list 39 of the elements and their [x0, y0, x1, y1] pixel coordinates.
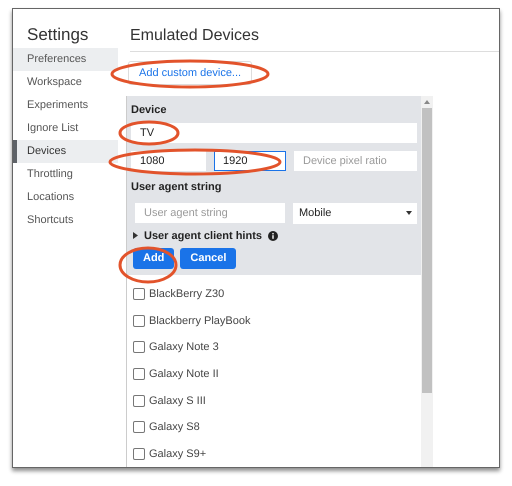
sidebar-item[interactable]: Devices — [13, 140, 118, 163]
caret-icon — [406, 211, 412, 216]
sidebar-item[interactable]: Preferences — [13, 48, 118, 71]
device-label: Galaxy Note II — [149, 368, 219, 380]
checkbox[interactable] — [133, 314, 145, 327]
sidebar-title: Settings — [26, 24, 90, 46]
highlight-ellipse — [118, 246, 178, 284]
checkbox[interactable] — [133, 368, 145, 380]
highlight-ellipse — [118, 120, 180, 146]
sidebar-item[interactable]: Ignore List — [13, 117, 118, 140]
checkbox[interactable] — [133, 421, 145, 434]
device-label: Galaxy S9+ — [149, 448, 206, 460]
sidebar-item[interactable]: Workspace — [13, 71, 118, 94]
device-label: Blackberry PlayBook — [149, 314, 250, 327]
device-label: Galaxy Note 3 — [149, 341, 219, 354]
checkbox[interactable] — [133, 288, 145, 300]
sidebar-item[interactable]: Shortcuts — [13, 209, 118, 232]
input-field[interactable]: TV — [131, 122, 417, 143]
checkbox[interactable] — [133, 341, 145, 354]
scroll-up-icon[interactable] — [424, 100, 430, 104]
device-label: Galaxy S8 — [149, 421, 200, 434]
checkbox[interactable] — [133, 394, 145, 407]
checkbox[interactable] — [133, 448, 145, 460]
scrollbar[interactable] — [421, 96, 433, 467]
sidebar-item[interactable]: Locations — [13, 186, 118, 209]
field-label: Device — [131, 104, 168, 118]
input-field[interactable]: Device pixel ratio — [294, 150, 417, 171]
section-label: User agent client hints — [144, 230, 262, 242]
page-title: Emulated Devices — [130, 9, 499, 52]
sidebar-item[interactable]: Throttling — [13, 163, 118, 186]
dialog-button[interactable]: Cancel — [180, 248, 236, 269]
device-label: Galaxy S III — [149, 394, 206, 407]
dropdown[interactable]: Mobile — [293, 202, 417, 224]
info-icon — [268, 230, 278, 241]
sidebar-item[interactable]: Experiments — [13, 94, 118, 117]
device-label: BlackBerry Z30 — [149, 288, 224, 300]
input-field[interactable]: User agent string — [135, 202, 285, 223]
expand-arrow-icon[interactable] — [133, 232, 138, 240]
field-label: User agent string — [131, 180, 222, 195]
